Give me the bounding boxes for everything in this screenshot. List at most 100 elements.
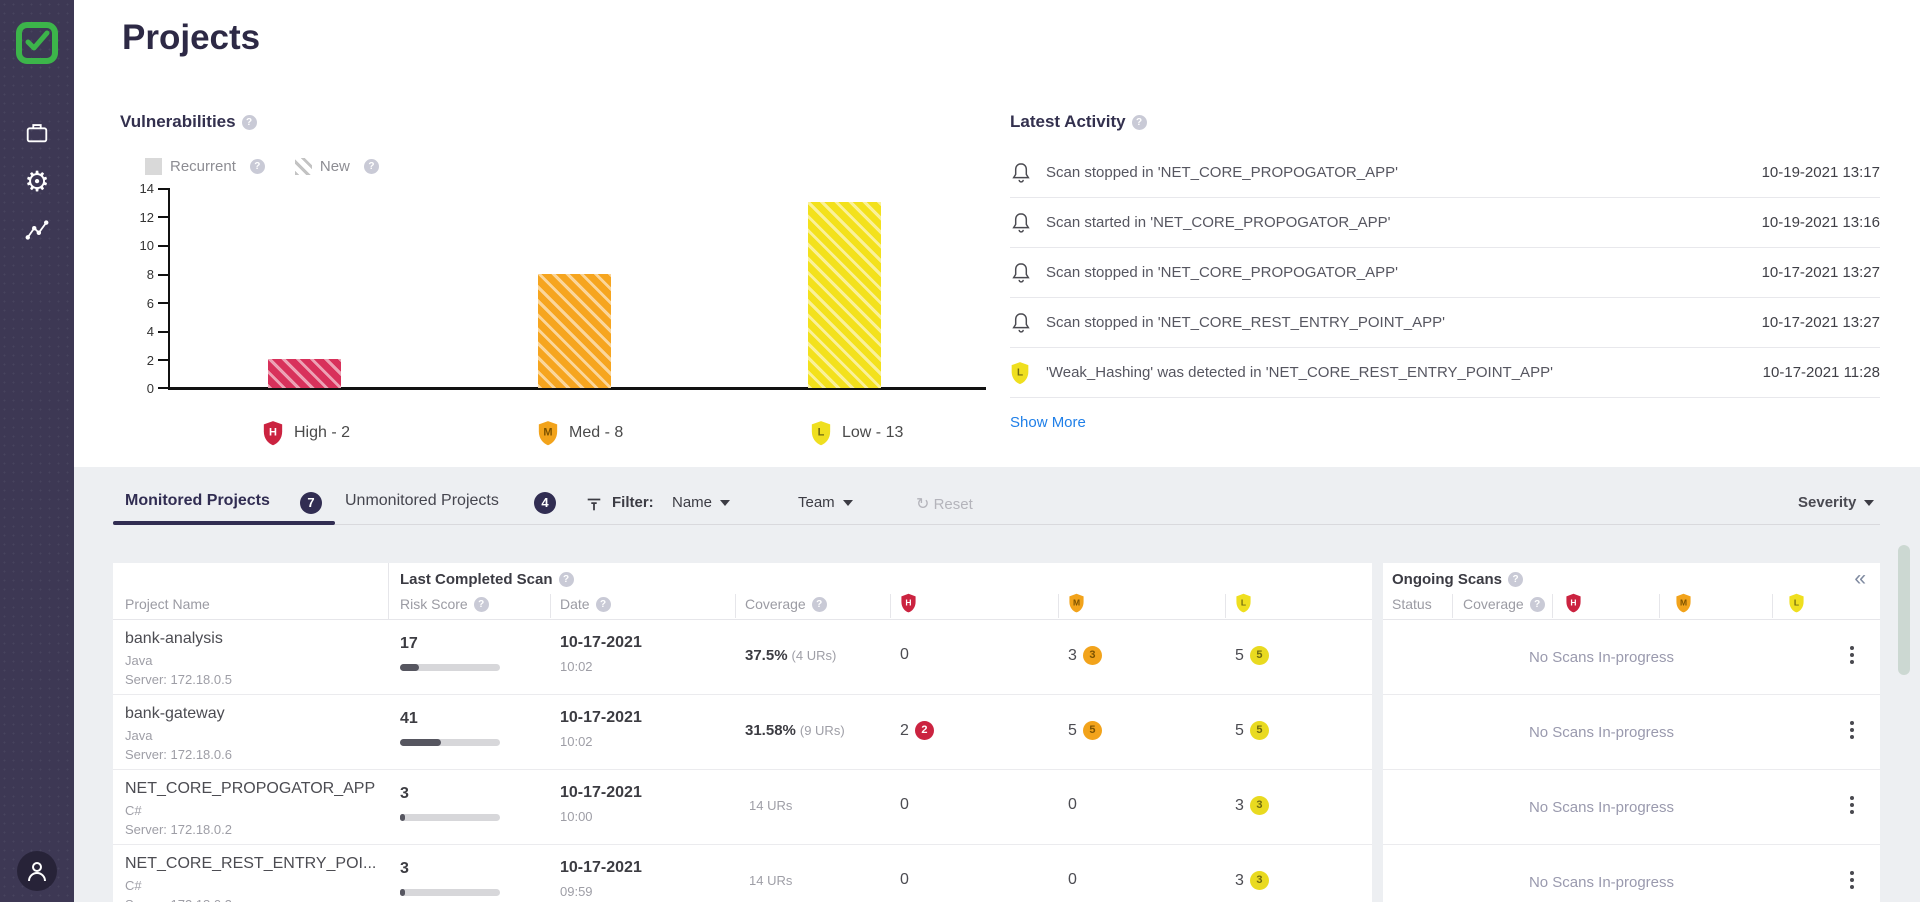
low-badge: 5: [1250, 646, 1269, 665]
scrollbar-thumb[interactable]: [1898, 545, 1910, 675]
col-high-shield-icon: H: [1565, 593, 1582, 613]
activity-timestamp: 10-17-2021 13:27: [1762, 314, 1880, 331]
help-icon[interactable]: [250, 159, 265, 174]
risk-score-bar: [400, 739, 500, 746]
col-med-shield-icon: M: [1675, 593, 1692, 613]
table-row[interactable]: bank-analysis Java Server: 172.18.0.5 17…: [113, 620, 1372, 695]
activity-row[interactable]: Scan stopped in 'NET_CORE_REST_ENTRY_POI…: [1010, 298, 1880, 348]
row-menu-kebab-icon[interactable]: [1844, 646, 1860, 670]
activity-timestamp: 10-17-2021 13:27: [1762, 264, 1880, 281]
risk-score-bar: [400, 814, 500, 821]
ongoing-row: No Scans In-progress: [1383, 695, 1880, 770]
vulnerabilities-heading: Vulnerabilities: [120, 112, 257, 132]
legend-new-swatch[interactable]: [295, 158, 312, 175]
activity-row[interactable]: Scan stopped in 'NET_CORE_PROPOGATOR_APP…: [1010, 148, 1880, 198]
row-menu-kebab-icon[interactable]: [1844, 796, 1860, 820]
med-shield-icon: M: [537, 420, 559, 446]
help-icon[interactable]: [559, 572, 574, 587]
help-icon[interactable]: [1132, 115, 1147, 130]
tab-unmonitored-projects[interactable]: Unmonitored Projects: [345, 492, 499, 510]
legend-new-label[interactable]: New: [320, 158, 350, 175]
sidebar: ⚙: [0, 0, 74, 902]
ongoing-header: Ongoing Scans « Status Coverage H M L: [1383, 563, 1880, 620]
table-row[interactable]: NET_CORE_REST_ENTRY_POI... C# Server: 17…: [113, 845, 1372, 902]
activity-timestamp: 10-19-2021 13:17: [1762, 164, 1880, 181]
svg-text:M: M: [1073, 597, 1080, 607]
active-tab-underline: [113, 521, 335, 525]
help-icon[interactable]: [474, 597, 489, 612]
vulnerabilities-bar-chart: 14 12 10 8 6 4 2 0: [168, 188, 986, 390]
help-icon[interactable]: [364, 159, 379, 174]
bell-icon: [1010, 311, 1046, 335]
legend-recurrent-swatch[interactable]: [145, 158, 162, 175]
y-tick-label: 10: [118, 238, 154, 253]
activity-timestamp: 10-17-2021 11:28: [1763, 364, 1880, 381]
help-icon[interactable]: [242, 115, 257, 130]
col-project-name: Project Name: [125, 596, 210, 612]
settings-gear-icon[interactable]: ⚙: [0, 168, 74, 196]
summary-med: M Med - 8: [537, 420, 623, 446]
high-badge: 2: [915, 721, 934, 740]
col-status: Status: [1392, 596, 1432, 612]
row-menu-kebab-icon[interactable]: [1844, 721, 1860, 745]
low-badge: 3: [1250, 871, 1269, 890]
tab-monitored-projects[interactable]: Monitored Projects: [125, 492, 270, 510]
col-date: Date: [560, 596, 611, 612]
y-tick-label: 14: [118, 181, 154, 196]
show-more-link[interactable]: Show More: [1010, 414, 1086, 431]
bar-low[interactable]: [808, 202, 881, 388]
summary-low: L Low - 13: [810, 420, 903, 446]
y-tick-label: 0: [118, 381, 154, 396]
help-icon[interactable]: [812, 597, 827, 612]
table-row[interactable]: bank-gateway Java Server: 172.18.0.6 41 …: [113, 695, 1372, 770]
filter-name-dropdown[interactable]: Name: [672, 494, 730, 511]
row-menu-kebab-icon[interactable]: [1844, 871, 1860, 895]
reset-icon: ↻: [916, 496, 929, 513]
y-tick-label: 4: [118, 324, 154, 339]
activity-timestamp: 10-19-2021 13:16: [1762, 214, 1880, 231]
help-icon[interactable]: [1508, 572, 1523, 587]
bell-icon: [1010, 211, 1046, 235]
help-icon[interactable]: [1530, 597, 1545, 612]
collapse-panel-icon[interactable]: «: [1854, 567, 1866, 591]
y-tick-label: 6: [118, 296, 154, 311]
help-icon[interactable]: [596, 597, 611, 612]
y-tick-label: 2: [118, 353, 154, 368]
page-title: Projects: [122, 18, 260, 58]
summary-high: H High - 2: [262, 420, 350, 446]
activity-row[interactable]: Scan stopped in 'NET_CORE_PROPOGATOR_APP…: [1010, 248, 1880, 298]
reset-button[interactable]: ↻ Reset: [916, 494, 973, 514]
bar-high[interactable]: [268, 359, 341, 388]
analytics-trend-icon[interactable]: [0, 218, 74, 242]
risk-score-bar: [400, 664, 500, 671]
table-header: Last Completed Scan Project Name Risk Sc…: [113, 563, 1372, 620]
filter-team-dropdown[interactable]: Team: [798, 494, 853, 511]
bar-med[interactable]: [538, 274, 611, 388]
chevron-down-icon: [720, 500, 730, 506]
y-tick-label: 12: [118, 210, 154, 225]
projects-briefcase-icon[interactable]: [0, 120, 74, 146]
svg-text:H: H: [905, 597, 911, 607]
chevron-down-icon: [843, 500, 853, 506]
tab-monitored-count: 7: [300, 492, 322, 514]
checkmarx-logo-icon[interactable]: [16, 22, 58, 64]
user-avatar[interactable]: [17, 851, 57, 891]
bell-icon: [1010, 261, 1046, 285]
low-badge: 3: [1250, 796, 1269, 815]
legend-recurrent-label[interactable]: Recurrent: [170, 158, 236, 175]
svg-text:L: L: [1017, 367, 1023, 378]
ongoing-row: No Scans In-progress: [1383, 845, 1880, 902]
activity-row[interactable]: Scan started in 'NET_CORE_PROPOGATOR_APP…: [1010, 198, 1880, 248]
table-row[interactable]: NET_CORE_PROPOGATOR_APP C# Server: 172.1…: [113, 770, 1372, 845]
group-header-ongoing-scans: Ongoing Scans: [1392, 571, 1523, 588]
chevron-down-icon: [1864, 500, 1874, 506]
filter-label: Filter:: [612, 494, 654, 511]
col-low-shield-icon: L: [1788, 593, 1805, 613]
tabbar-divider: [113, 524, 1880, 525]
severity-dropdown[interactable]: Severity: [1798, 494, 1874, 511]
activity-row[interactable]: L 'Weak_Hashing' was detected in 'NET_CO…: [1010, 348, 1880, 398]
projects-table: Last Completed Scan Project Name Risk Sc…: [113, 563, 1372, 902]
svg-text:L: L: [1794, 597, 1799, 607]
svg-text:H: H: [1570, 597, 1576, 607]
risk-score-bar: [400, 889, 500, 896]
